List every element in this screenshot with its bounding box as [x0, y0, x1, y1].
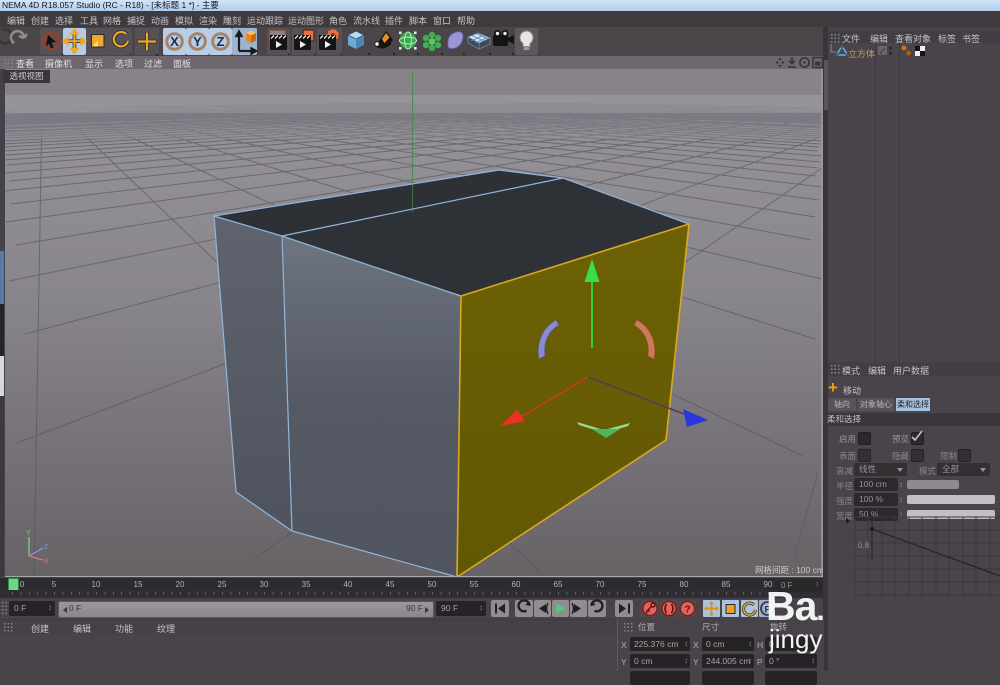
svg-text:Y: Y: [26, 530, 31, 537]
svg-text:0.8: 0.8: [858, 541, 870, 550]
svg-text:Z: Z: [44, 544, 49, 551]
svg-text:Z: Z: [217, 34, 225, 49]
svg-text:Y: Y: [193, 34, 202, 49]
svg-text:X: X: [44, 558, 49, 565]
svg-text:?: ?: [684, 605, 690, 616]
svg-text:X: X: [170, 34, 179, 49]
